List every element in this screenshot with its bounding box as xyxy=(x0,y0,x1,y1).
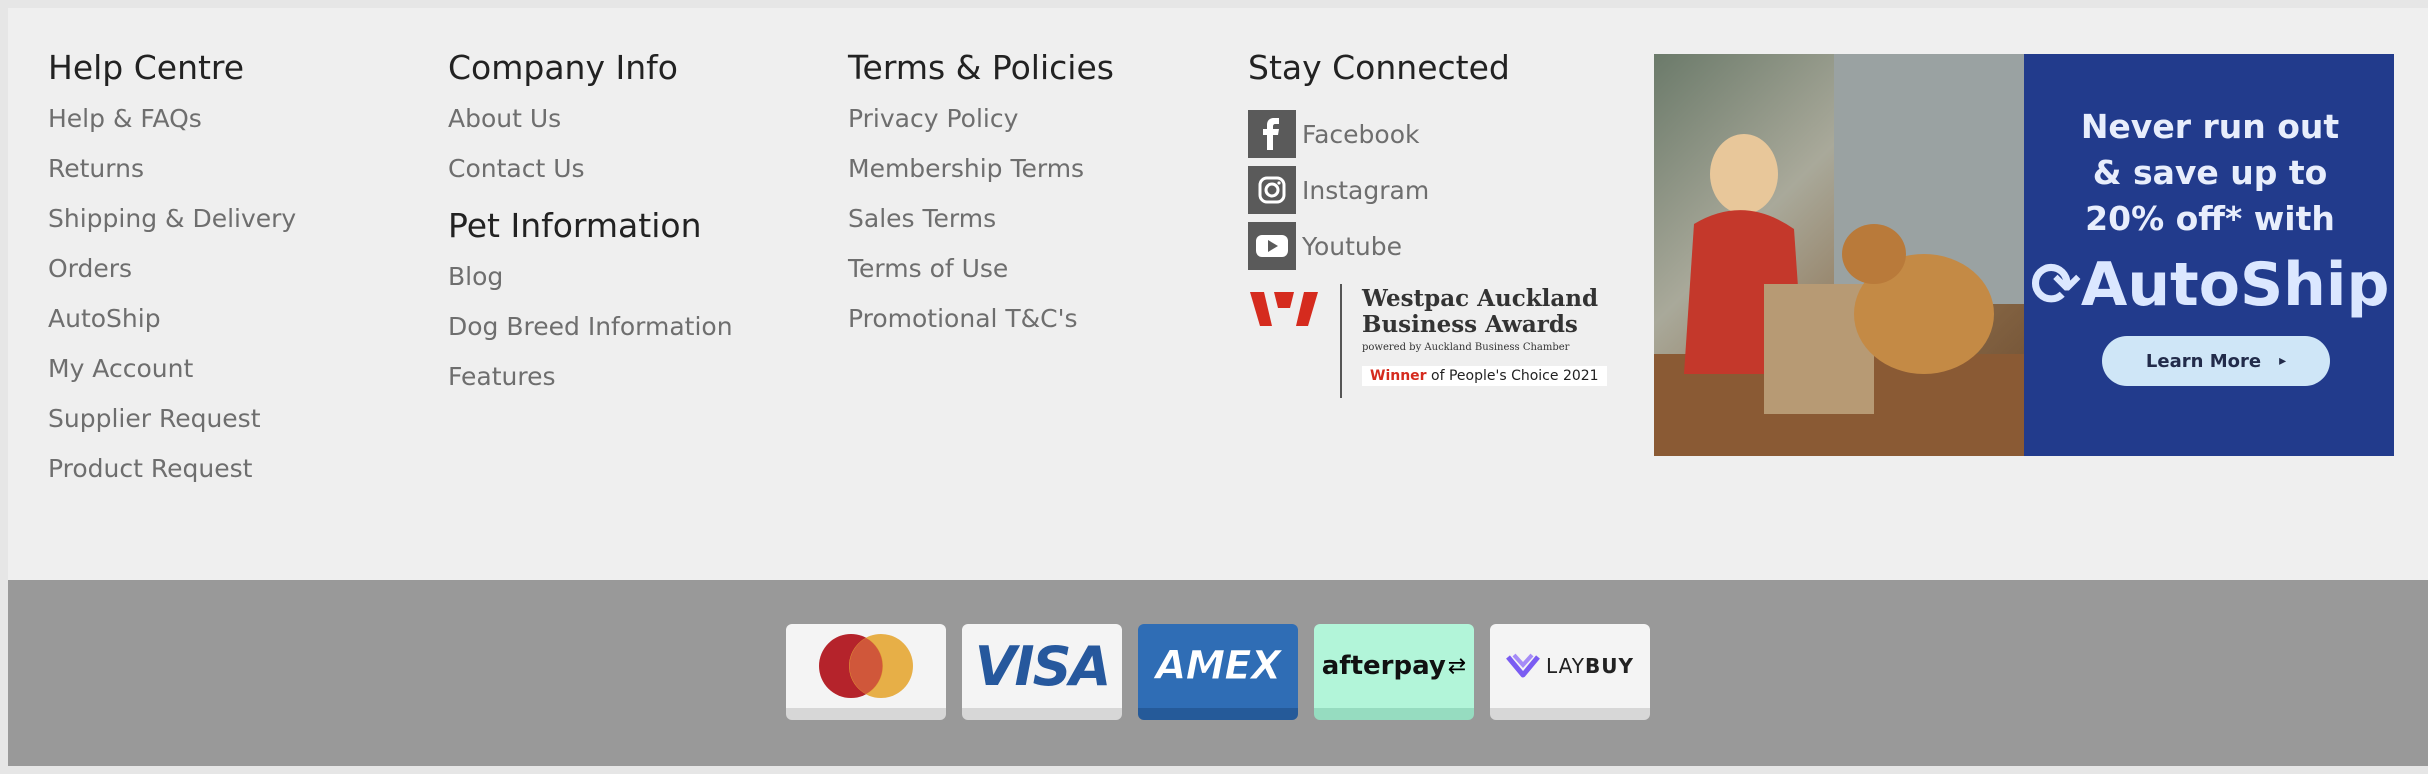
learn-more-label: Learn More xyxy=(2145,350,2262,372)
promo-illustration xyxy=(1654,54,2024,456)
link-orders[interactable]: Orders xyxy=(48,252,132,286)
afterpay-badge: afterpay ⇄ xyxy=(1314,624,1474,720)
help-centre-heading: Help Centre xyxy=(48,48,245,87)
link-my-account[interactable]: My Account xyxy=(48,352,193,386)
link-about-us[interactable]: About Us xyxy=(448,102,561,136)
facebook-link[interactable]: Facebook xyxy=(1302,120,1419,149)
award-winner-label: Winner of People's Choice 2021 xyxy=(1362,366,1607,386)
company-info-column: Company Info About Us Contact Us Pet Inf… xyxy=(448,48,733,410)
promo-headline: Never run out & save up to 20% off* with xyxy=(2026,104,2394,242)
payment-methods-bar: VISA AMEX afterpay ⇄ LAYBUY xyxy=(8,580,2428,766)
laybuy-badge: LAYBUY xyxy=(1490,624,1650,720)
play-arrow-icon: ▸ xyxy=(2279,353,2287,369)
promo-line1: Never run out xyxy=(2080,107,2340,146)
link-privacy-policy[interactable]: Privacy Policy xyxy=(848,102,1018,136)
help-centre-column: Help Centre Help & FAQs Returns Shipping… xyxy=(48,48,296,502)
link-returns[interactable]: Returns xyxy=(48,152,144,186)
youtube-icon[interactable] xyxy=(1248,222,1296,270)
link-blog[interactable]: Blog xyxy=(448,260,503,294)
westpac-award-badge: Westpac Auckland Business Awards powered… xyxy=(1248,284,1607,404)
amex-icon: AMEX xyxy=(1155,643,1282,690)
laybuy-icon: LAYBUY xyxy=(1546,654,1634,678)
stay-connected-column: Stay Connected Facebook Instagram Youtub… xyxy=(1248,48,1628,398)
link-membership-terms[interactable]: Membership Terms xyxy=(848,152,1084,186)
stay-connected-heading: Stay Connected xyxy=(1248,48,1510,87)
afterpay-arrows-icon: ⇄ xyxy=(1447,653,1467,679)
footer-links-section: Help Centre Help & FAQs Returns Shipping… xyxy=(8,8,2428,580)
link-shipping-delivery[interactable]: Shipping & Delivery xyxy=(48,202,296,236)
refresh-icon: ⟳ xyxy=(2030,250,2081,320)
terms-policies-links: Privacy Policy Membership Terms Sales Te… xyxy=(848,102,1114,352)
award-divider xyxy=(1340,284,1342,398)
award-title-line1: Westpac Auckland xyxy=(1362,285,1599,312)
award-powered-by: powered by Auckland Business Chamber xyxy=(1362,342,1570,353)
social-item-facebook[interactable]: Facebook xyxy=(1248,106,1628,162)
award-of-text: of People's Choice 2021 xyxy=(1431,368,1599,384)
link-supplier-request[interactable]: Supplier Request xyxy=(48,402,261,436)
award-winner-text: Winner xyxy=(1370,368,1427,384)
link-autoship[interactable]: AutoShip xyxy=(48,302,161,336)
social-item-youtube[interactable]: Youtube xyxy=(1248,218,1628,274)
pet-information-heading: Pet Information xyxy=(448,206,702,245)
social-links: Facebook Instagram Youtube xyxy=(1248,106,1628,274)
mastercard-icon xyxy=(819,634,913,698)
promo-line3: 20% off* with xyxy=(2085,199,2335,238)
link-sales-terms[interactable]: Sales Terms xyxy=(848,202,996,236)
link-terms-of-use[interactable]: Terms of Use xyxy=(848,252,1008,286)
award-title-line2: Business Awards xyxy=(1362,311,1578,338)
instagram-link[interactable]: Instagram xyxy=(1302,176,1429,205)
link-help-faqs[interactable]: Help & FAQs xyxy=(48,102,202,136)
social-item-instagram[interactable]: Instagram xyxy=(1248,162,1628,218)
youtube-link[interactable]: Youtube xyxy=(1302,232,1402,261)
learn-more-button[interactable]: Learn More ▸ xyxy=(2102,336,2330,386)
link-features[interactable]: Features xyxy=(448,360,556,394)
laybuy-heart-icon xyxy=(1506,653,1540,678)
award-title: Westpac Auckland Business Awards xyxy=(1362,286,1598,338)
visa-icon: VISA xyxy=(974,634,1112,698)
laybuy-lay: LAY xyxy=(1546,654,1585,678)
westpac-logo-icon xyxy=(1250,292,1318,326)
autoship-brand: AutoShip xyxy=(2080,250,2390,320)
link-contact-us[interactable]: Contact Us xyxy=(448,152,585,186)
mastercard-badge xyxy=(786,624,946,720)
laybuy-buy: BUY xyxy=(1584,654,1634,678)
facebook-icon[interactable] xyxy=(1248,110,1296,158)
pet-information-links: Blog Dog Breed Information Features xyxy=(448,260,733,410)
autoship-logo: ⟳AutoShip xyxy=(2026,250,2394,320)
terms-policies-heading: Terms & Policies xyxy=(848,48,1114,87)
company-info-heading: Company Info xyxy=(448,48,678,87)
link-dog-breed-information[interactable]: Dog Breed Information xyxy=(448,310,733,344)
autoship-promo-banner[interactable]: Never run out & save up to 20% off* with… xyxy=(1654,54,2394,456)
link-product-request[interactable]: Product Request xyxy=(48,452,252,486)
instagram-icon[interactable] xyxy=(1248,166,1296,214)
help-centre-links: Help & FAQs Returns Shipping & Delivery … xyxy=(48,102,296,502)
promo-photo-woman-with-dog xyxy=(1654,54,2024,456)
visa-badge: VISA xyxy=(962,624,1122,720)
promo-line2: & save up to xyxy=(2092,153,2328,192)
afterpay-icon: afterpay xyxy=(1321,651,1446,681)
amex-badge: AMEX xyxy=(1138,624,1298,720)
company-info-links: About Us Contact Us xyxy=(448,102,733,202)
terms-policies-column: Terms & Policies Privacy Policy Membersh… xyxy=(848,48,1114,352)
link-promotional-tcs[interactable]: Promotional T&C's xyxy=(848,302,1078,336)
